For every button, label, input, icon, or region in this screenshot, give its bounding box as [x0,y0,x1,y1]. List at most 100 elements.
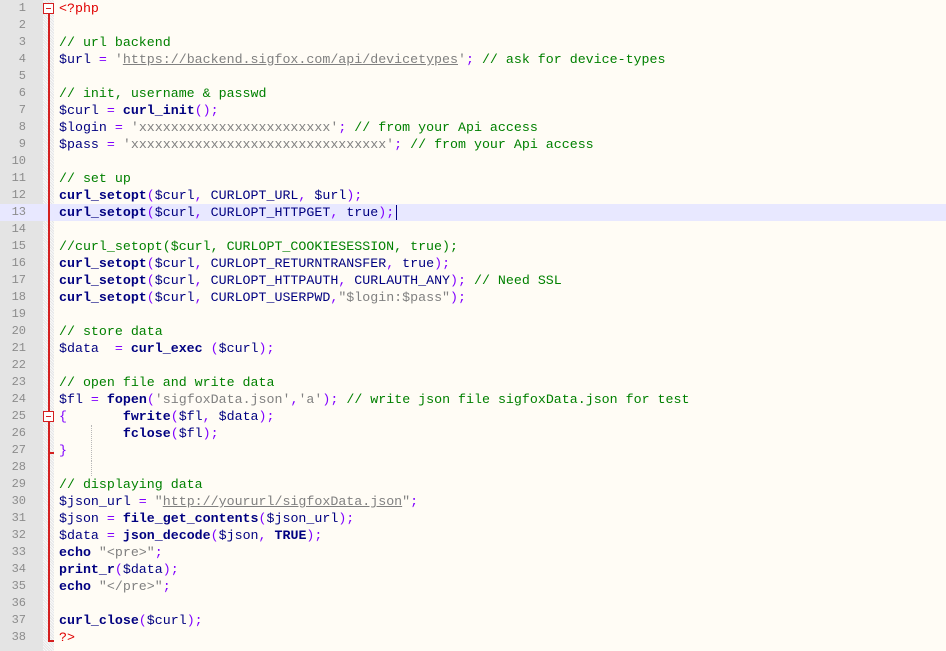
token-func: curl_setopt [59,273,147,288]
token-op: ( [170,426,179,441]
code-line[interactable]: 12 curl_setopt($curl, CURLOPT_URL, $url); [0,187,946,204]
token-op: ( [146,256,155,271]
code-line[interactable]: 1 <?php [0,0,946,17]
token-var: $data [218,409,259,424]
line-number: 8 [18,120,26,134]
token-const: CURLOPT_URL [210,188,299,203]
token-op: ( [202,341,219,356]
line-number: 4 [18,52,26,66]
code-line[interactable]: 5 [0,68,946,85]
token-op: { [59,409,123,424]
code-line[interactable]: 19 [0,306,946,323]
token-func: curl_setopt [59,188,147,203]
token-op: = [130,494,155,509]
fold-end-tick [48,640,54,642]
fold-collapse-icon[interactable] [43,3,54,14]
code-line[interactable]: 34 print_r($data); [0,561,946,578]
line-number: 6 [18,86,26,100]
line-number: 30 [11,494,26,508]
code-text: echo "</pre>"; [59,578,171,595]
code-line[interactable]: 24 $fl = fopen('sigfoxData.json','a'); //… [0,391,946,408]
token-str: 'sigfoxData.json' [154,392,291,407]
code-editor[interactable]: 1 <?php 2 3// url backend 4 $url = 'https://b… [0,0,946,651]
fold-collapse-icon[interactable] [43,411,54,422]
code-text: $curl = curl_init(); [59,102,219,119]
line-number: 9 [18,137,26,151]
token-php: <?php [59,1,99,16]
code-line[interactable]: 36 [0,595,946,612]
code-line[interactable]: 28 [0,459,946,476]
code-line[interactable]: 31 $json = file_get_contents($json_url); [0,510,946,527]
code-line[interactable]: 6 // init, username & passwd [0,85,946,102]
code-line[interactable]: 2 [0,17,946,34]
code-text: $json_url = "http://yoururl/sigfoxData.j… [59,493,418,510]
token-func: curl_close [59,613,139,628]
code-line[interactable]: 4 $url = 'https://backend.sigfox.com/api/… [0,51,946,68]
code-line[interactable]: 23 // open file and write data [0,374,946,391]
code-line[interactable]: 17 curl_setopt($curl, CURLOPT_HTTPAUTH, C… [0,272,946,289]
code-line[interactable]: 9 $pass = 'xxxxxxxxxxxxxxxxxxxxxxxxxxxxxx… [0,136,946,153]
code-line[interactable]: 30 $json_url = "http://yoururl/sigfoxData… [0,493,946,510]
code-line[interactable]: 37 curl_close($curl); [0,612,946,629]
code-lines[interactable]: 1 <?php 2 3// url backend 4 $url = 'https://b… [0,0,946,646]
code-line[interactable]: 25 { fwrite($fl, $data); [0,408,946,425]
code-text: $url = 'https://backend.sigfox.com/api/d… [59,51,665,68]
code-line[interactable]: 3 // url backend [0,34,946,51]
token-url[interactable]: https://backend.sigfox.com/api/devicetyp… [123,52,458,67]
token-op: ); [450,290,467,305]
line-number: 7 [18,103,26,117]
token-op: = [98,528,123,543]
token-var: $fl [59,392,83,407]
code-text: $pass = 'xxxxxxxxxxxxxxxxxxxxxxxxxxxxxxx… [59,136,594,153]
token-op: = [98,341,131,356]
token-op: ; [465,52,474,67]
token-str: 'xxxxxxxxxxxxxxxxxxxxxxxx' [130,120,339,135]
code-line[interactable]: 32 $data = json_decode($json, TRUE); [0,527,946,544]
line-number: 27 [11,443,26,457]
code-line[interactable]: 22 [0,357,946,374]
code-text: // store data [59,323,163,340]
token-var: $fl [178,426,203,441]
token-op: , [194,273,211,288]
line-number: 25 [11,409,26,423]
indent-guide [91,425,92,459]
code-line[interactable]: 21 $data = curl_exec ($curl); [0,340,946,357]
token-comment: // from your Api access [402,137,594,152]
code-line[interactable]: 35 echo "</pre>"; [0,578,946,595]
token-op: ); [258,409,275,424]
code-line[interactable]: 18 curl_setopt($curl, CURLOPT_USERPWD,"$l… [0,289,946,306]
code-text: // url backend [59,34,171,51]
code-line[interactable]: 7 $curl = curl_init(); [0,102,946,119]
token-op: ); [450,273,467,288]
code-line[interactable]: 10 [0,153,946,170]
token-var: $curl [218,341,259,356]
code-line[interactable]: 33 echo "<pre>"; [0,544,946,561]
code-line[interactable]: 26 fclose($fl); [0,425,946,442]
line-number: 1 [18,1,26,15]
code-line[interactable]: 27} [0,442,946,459]
token-op: , [258,528,275,543]
token-var: $json_url [59,494,131,509]
token-url[interactable]: http://yoururl/sigfoxData.json [163,494,402,509]
code-line[interactable]: 14 [0,221,946,238]
code-text: $json = file_get_contents($json_url); [59,510,354,527]
code-line[interactable]: 20 // store data [0,323,946,340]
code-line[interactable]: 38 ?> [0,629,946,646]
line-number: 14 [11,222,26,236]
code-text: { fwrite($fl, $data); [59,408,275,425]
token-func: echo [59,545,91,560]
token-func: fclose [122,426,171,441]
code-line[interactable]: 15 //curl_setopt($curl, CURLOPT_COOKIESES… [0,238,946,255]
code-line[interactable]: 8 $login = 'xxxxxxxxxxxxxxxxxxxxxxxx'; //… [0,119,946,136]
token-str: "$login:$pass" [338,290,451,305]
token-var: $json_url [266,511,339,526]
code-line[interactable]: 11 // set up [0,170,946,187]
line-number: 15 [11,239,26,253]
code-line[interactable]: 29 // displaying data [0,476,946,493]
code-line[interactable]: 13 curl_setopt($curl, CURLOPT_HTTPGET, tr… [0,204,946,221]
code-text: <?php [59,0,99,17]
token-op: = [98,137,123,152]
token-op: ); [186,613,203,628]
code-line[interactable]: 16 curl_setopt($curl, CURLOPT_RETURNTRANS… [0,255,946,272]
